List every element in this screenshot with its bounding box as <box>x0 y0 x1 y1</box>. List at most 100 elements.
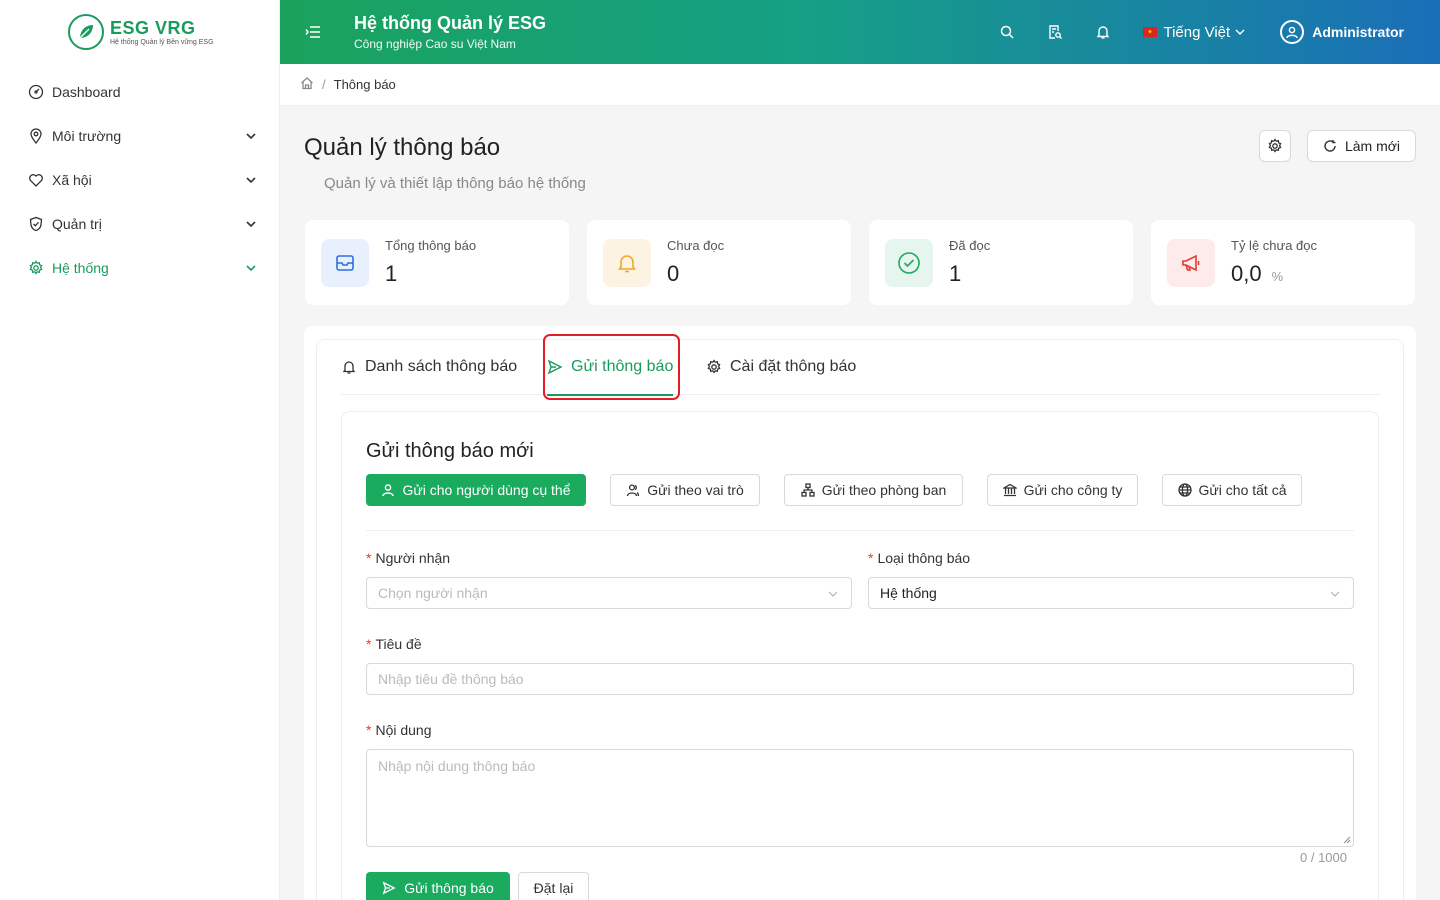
mode-all-button[interactable]: Gửi cho tất cả <box>1162 474 1302 506</box>
mode-by-department-button[interactable]: Gửi theo phòng ban <box>784 474 963 506</box>
chevron-down-icon <box>245 218 257 230</box>
megaphone-icon <box>1167 238 1215 287</box>
document-search-icon[interactable] <box>1047 24 1063 40</box>
stat-card-unread: Chưa đọc 0 <box>587 220 851 305</box>
mode-label: Gửi cho người dùng cụ thể <box>402 482 571 498</box>
breadcrumb-separator: / <box>322 77 326 92</box>
language-label: Tiếng Việt <box>1163 23 1231 41</box>
mode-label: Gửi theo phòng ban <box>821 482 947 498</box>
user-menu[interactable]: Administrator <box>1280 20 1404 44</box>
heart-icon <box>28 172 44 188</box>
org-chart-icon <box>801 483 815 497</box>
send-label: Gửi thông báo <box>404 880 494 896</box>
resize-handle-icon[interactable] <box>1343 836 1351 844</box>
chevron-down-icon <box>1329 588 1341 600</box>
sidebar-item-label: Hệ thống <box>52 260 109 276</box>
char-counter: 0 / 1000 <box>1300 850 1347 865</box>
tab-label: Gửi thông báo <box>571 358 674 375</box>
recipient-select[interactable]: Chọn người nhận <box>366 577 852 609</box>
page-subtitle: Quản lý và thiết lập thông báo hệ thống <box>324 175 586 192</box>
notification-type-select[interactable]: Hệ thống <box>868 577 1354 609</box>
leaf-logo-icon <box>68 14 104 50</box>
stat-unit: % <box>1271 269 1284 284</box>
refresh-label: Làm mới <box>1344 138 1401 154</box>
chevron-down-icon <box>1235 29 1245 35</box>
breadcrumb: / Thông báo <box>280 64 1440 106</box>
search-icon[interactable] <box>999 24 1015 40</box>
stat-value: 1 <box>949 261 962 286</box>
refresh-button[interactable]: Làm mới <box>1307 130 1416 162</box>
type-label: * Loại thông báo <box>868 550 971 566</box>
user-name: Administrator <box>1312 24 1404 40</box>
gear-icon <box>28 260 44 276</box>
sidebar-item-environment[interactable]: Môi trường <box>0 114 279 158</box>
sidebar-item-label: Xã hội <box>52 172 92 188</box>
user-avatar-icon <box>1280 20 1305 44</box>
sidebar: ESG VRG Hệ thống Quản lý Bền vững ESG Da… <box>0 0 280 900</box>
sidebar-item-dashboard[interactable]: Dashboard <box>0 70 279 114</box>
stat-value: 0,0 <box>1231 261 1262 286</box>
subject-label: * Tiêu đề <box>366 636 422 652</box>
send-notification-button[interactable]: Gửi thông báo <box>366 872 510 900</box>
bell-icon <box>342 361 356 374</box>
brand-tagline: Hệ thống Quản lý Bền vững ESG <box>110 39 214 46</box>
form-divider <box>366 530 1354 531</box>
chevron-down-icon <box>245 262 257 274</box>
subject-input[interactable]: Nhập tiêu đề thông báo <box>366 663 1354 695</box>
sidebar-item-social[interactable]: Xã hội <box>0 158 279 202</box>
recipient-label: * Người nhận <box>366 550 451 566</box>
notification-bell-icon[interactable] <box>1095 24 1111 40</box>
tab-notification-list[interactable]: Danh sách thông báo <box>341 339 517 395</box>
send-icon <box>382 881 396 895</box>
reset-button[interactable]: Đặt lại <box>518 872 589 900</box>
content-label: * Nội dung <box>366 722 432 738</box>
stat-card-unread-rate: Tỷ lệ chưa đọc 0,0% <box>1151 220 1415 305</box>
stat-label: Đã đọc <box>949 238 991 253</box>
chevron-down-icon <box>245 174 257 186</box>
tab-bar: Danh sách thông báo Gửi thông báo Cài đặ… <box>341 339 1381 396</box>
content-placeholder: Nhập nội dung thông báo <box>378 758 536 774</box>
sidebar-menu: Dashboard Môi trường Xã hội Quản trị Hệ … <box>0 70 279 290</box>
sidebar-item-label: Dashboard <box>52 84 121 100</box>
form-title: Gửi thông báo mới <box>366 440 534 462</box>
content-textarea[interactable]: Nhập nội dung thông báo <box>366 749 1354 847</box>
subject-placeholder: Nhập tiêu đề thông báo <box>378 671 524 687</box>
user-icon <box>382 484 395 497</box>
menu-toggle-icon[interactable] <box>304 23 322 41</box>
chevron-down-icon <box>827 588 839 600</box>
brand-name: ESG VRG <box>110 18 196 38</box>
gear-icon <box>1268 138 1282 153</box>
mode-specific-user-button[interactable]: Gửi cho người dùng cụ thể <box>366 474 586 506</box>
mode-label: Gửi cho công ty <box>1023 482 1123 498</box>
home-icon[interactable] <box>300 76 314 93</box>
breadcrumb-current: Thông báo <box>333 77 396 92</box>
check-circle-icon <box>885 238 933 287</box>
shield-check-icon <box>28 216 44 232</box>
tab-send-notification[interactable]: Gửi thông báo <box>547 339 674 396</box>
tab-notification-settings[interactable]: Cài đặt thông báo <box>706 339 856 395</box>
sidebar-item-system[interactable]: Hệ thống <box>0 246 279 290</box>
reset-label: Đặt lại <box>533 880 574 896</box>
vietnam-flag-icon <box>1143 27 1158 37</box>
app-title: Hệ thống Quản lý ESG <box>354 13 547 33</box>
mode-by-company-button[interactable]: Gửi cho công ty <box>987 474 1138 506</box>
stat-card-total: Tổng thông báo 1 <box>305 220 569 305</box>
tab-label: Danh sách thông báo <box>365 358 518 375</box>
stat-value: 1 <box>385 261 398 286</box>
settings-button[interactable] <box>1259 130 1291 162</box>
stat-card-read: Đã đọc 1 <box>869 220 1133 305</box>
sidebar-item-label: Quản trị <box>52 216 102 232</box>
bank-icon <box>1002 483 1017 497</box>
page-title: Quản lý thông báo <box>304 134 501 161</box>
brand[interactable]: ESG VRG Hệ thống Quản lý Bền vững ESG <box>0 0 279 64</box>
sidebar-item-governance[interactable]: Quản trị <box>0 202 279 246</box>
app-subtitle: Công nghiệp Cao su Việt Nam <box>354 37 516 51</box>
language-selector[interactable]: Tiếng Việt <box>1143 24 1246 41</box>
globe-icon <box>1177 483 1192 497</box>
stat-label: Tỷ lệ chưa đọc <box>1231 238 1318 253</box>
chevron-down-icon <box>245 130 257 142</box>
stat-value-wrap: 0,0% <box>1231 261 1317 287</box>
notification-type-value: Hệ thống <box>880 585 937 601</box>
dashboard-icon <box>28 84 44 100</box>
mode-by-role-button[interactable]: Gửi theo vai trò <box>610 474 760 506</box>
